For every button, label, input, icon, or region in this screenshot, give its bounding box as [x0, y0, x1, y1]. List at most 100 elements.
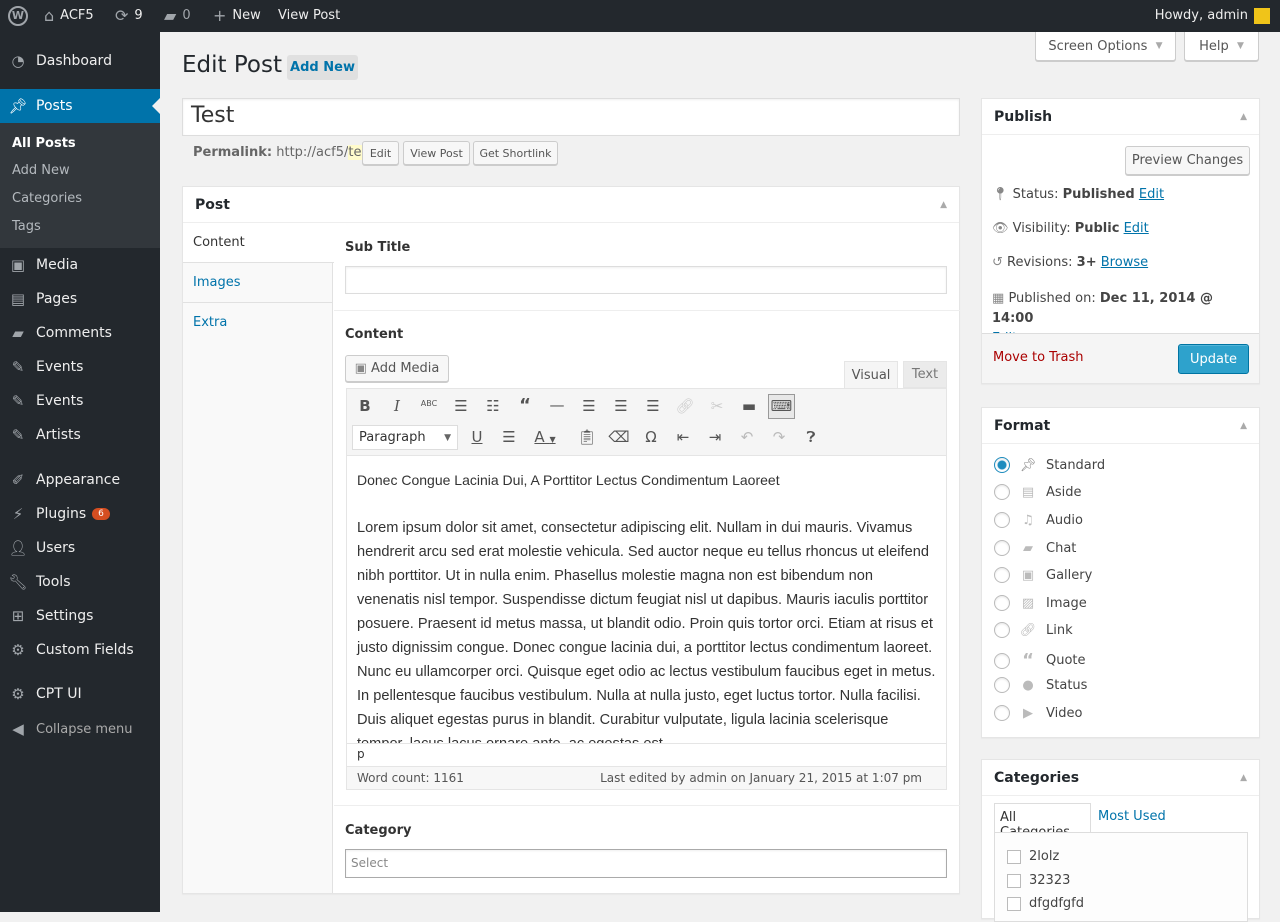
format-option-audio[interactable]: ♫Audio: [994, 512, 1083, 528]
bold-icon[interactable]: B: [353, 397, 377, 415]
radio-standard[interactable]: [994, 457, 1010, 473]
blockquote-icon[interactable]: “: [513, 395, 537, 416]
add-media-button[interactable]: ▣ Add Media: [345, 355, 449, 382]
sidebar-item-pages[interactable]: ▤Pages: [0, 282, 160, 316]
redo-icon[interactable]: ↷: [767, 428, 791, 446]
format-option-standard[interactable]: 📌︎Standard: [994, 457, 1105, 473]
sidebar-item-cpt-ui[interactable]: ⚙CPT UI: [0, 677, 160, 711]
collapse-menu-button[interactable]: ◀Collapse menu: [0, 712, 160, 746]
subtitle-input[interactable]: [345, 266, 947, 294]
add-new-button[interactable]: Add New: [287, 55, 358, 80]
category-item[interactable]: dfgdfgfd: [1007, 896, 1084, 911]
outdent-icon[interactable]: ⇤: [671, 428, 695, 446]
toggle-arrow-icon[interactable]: ▲: [1240, 421, 1247, 431]
special-character-icon[interactable]: Ω: [639, 428, 663, 446]
category-checkbox[interactable]: [1007, 897, 1021, 911]
format-option-video[interactable]: ▶Video: [994, 705, 1082, 721]
radio-video[interactable]: [994, 705, 1010, 721]
view-post-button[interactable]: View Post: [403, 141, 470, 165]
radio-audio[interactable]: [994, 512, 1010, 528]
radio-quote[interactable]: [994, 653, 1010, 669]
underline-icon[interactable]: U: [465, 428, 489, 446]
radio-chat[interactable]: [994, 540, 1010, 556]
sidebar-item-events[interactable]: ✎Events: [0, 350, 160, 384]
link-icon[interactable]: 🔗︎: [673, 397, 697, 415]
sidebar-item-custom-fields[interactable]: ⚙Custom Fields: [0, 633, 160, 667]
category-select[interactable]: Select: [345, 849, 947, 878]
publish-box-header[interactable]: Publish▲: [982, 99, 1259, 135]
indent-icon[interactable]: ⇥: [703, 428, 727, 446]
toggle-arrow-icon[interactable]: ▲: [1240, 773, 1247, 783]
tab-text[interactable]: Text: [903, 361, 947, 388]
sidebar-item-settings[interactable]: ⊞Settings: [0, 599, 160, 633]
format-option-quote[interactable]: “Quote: [994, 650, 1086, 671]
format-option-gallery[interactable]: ▣Gallery: [994, 567, 1092, 583]
toggle-arrow-icon[interactable]: ▲: [940, 200, 947, 210]
radio-aside[interactable]: [994, 484, 1010, 500]
editor-content[interactable]: Donec Congue Lacinia Dui, A Porttitor Le…: [347, 456, 946, 743]
italic-icon[interactable]: I: [385, 397, 409, 415]
paste-text-icon[interactable]: 📋︎: [575, 428, 599, 446]
format-box-header[interactable]: Format▲: [982, 408, 1259, 444]
edit-status-link[interactable]: Edit: [1139, 187, 1164, 202]
toolbar-toggle-icon[interactable]: ⌨: [768, 394, 795, 419]
read-more-icon[interactable]: ▬: [737, 397, 761, 415]
align-right-icon[interactable]: ☰: [641, 397, 665, 415]
format-option-link[interactable]: 🔗︎Link: [994, 622, 1073, 638]
submenu-categories[interactable]: Categories: [12, 191, 82, 206]
sidebar-item-media[interactable]: ▣Media: [0, 248, 160, 282]
tab-content[interactable]: Content: [183, 223, 334, 263]
wordpress-logo-icon[interactable]: W: [8, 0, 28, 32]
view-post-link[interactable]: View Post: [278, 0, 340, 32]
toggle-arrow-icon[interactable]: ▲: [1240, 112, 1247, 122]
sidebar-item-users[interactable]: 👤︎Users: [0, 531, 160, 565]
clear-formatting-icon[interactable]: ⌫: [607, 428, 631, 446]
sidebar-item-appearance[interactable]: ✐Appearance: [0, 463, 160, 497]
sidebar-item-events-2[interactable]: ✎Events: [0, 384, 160, 418]
tab-all-categories[interactable]: All Categories: [994, 803, 1091, 832]
preview-changes-button[interactable]: Preview Changes: [1125, 146, 1250, 175]
category-item[interactable]: 2lolz: [1007, 849, 1059, 864]
format-option-chat[interactable]: ▰Chat: [994, 540, 1076, 556]
edit-visibility-link[interactable]: Edit: [1124, 221, 1149, 236]
submenu-tags[interactable]: Tags: [12, 219, 41, 234]
site-link[interactable]: ⌂ACF5: [44, 0, 94, 32]
update-button[interactable]: Update: [1178, 344, 1249, 374]
post-box-header[interactable]: Post▲: [183, 187, 959, 223]
browse-revisions-link[interactable]: Browse: [1101, 255, 1148, 270]
sidebar-item-plugins[interactable]: ⚡Plugins6: [0, 497, 160, 531]
tab-extra[interactable]: Extra: [183, 303, 332, 343]
category-checkbox[interactable]: [1007, 850, 1021, 864]
justify-icon[interactable]: ☰: [497, 428, 521, 446]
tab-images[interactable]: Images: [183, 263, 332, 303]
sidebar-item-dashboard[interactable]: ◔Dashboard: [0, 44, 160, 78]
undo-icon[interactable]: ↶: [735, 428, 759, 446]
radio-image[interactable]: [994, 595, 1010, 611]
post-title-input[interactable]: Test: [182, 98, 960, 136]
updates-link[interactable]: ⟳9: [115, 0, 143, 32]
radio-status[interactable]: [994, 677, 1010, 693]
horizontal-rule-icon[interactable]: —: [545, 396, 569, 414]
sidebar-item-artists[interactable]: ✎Artists: [0, 418, 160, 452]
sidebar-item-posts[interactable]: 📌︎Posts: [0, 89, 160, 123]
radio-link[interactable]: [994, 622, 1010, 638]
tab-visual[interactable]: Visual: [844, 361, 898, 389]
screen-options-button[interactable]: Screen Options ▼: [1035, 32, 1176, 61]
bullet-list-icon[interactable]: ☰: [449, 397, 473, 415]
strikethrough-icon[interactable]: ABC: [417, 399, 441, 408]
categories-box-header[interactable]: Categories▲: [982, 760, 1259, 796]
get-shortlink-button[interactable]: Get Shortlink: [473, 141, 558, 165]
sidebar-item-comments[interactable]: ▰Comments: [0, 316, 160, 350]
edit-permalink-button[interactable]: Edit: [362, 141, 399, 165]
numbered-list-icon[interactable]: ☷: [481, 397, 505, 415]
format-select[interactable]: Paragraph▼: [352, 425, 458, 450]
category-checkbox[interactable]: [1007, 874, 1021, 888]
account-menu[interactable]: Howdy, admin: [1155, 0, 1270, 32]
align-left-icon[interactable]: ☰: [577, 397, 601, 415]
format-option-image[interactable]: ▨Image: [994, 595, 1087, 611]
unlink-icon[interactable]: ✂: [705, 397, 729, 415]
submenu-all-posts[interactable]: All Posts: [12, 136, 76, 151]
category-item[interactable]: 32323: [1007, 873, 1070, 888]
help-icon[interactable]: ❓︎: [799, 428, 823, 446]
format-option-status[interactable]: ●Status: [994, 677, 1087, 693]
